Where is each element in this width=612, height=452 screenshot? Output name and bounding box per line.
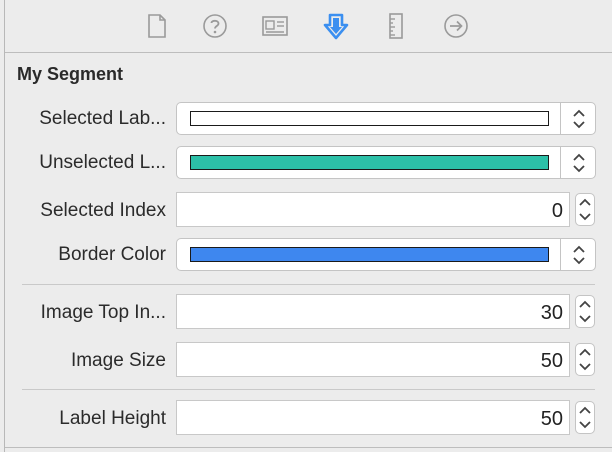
popup-arrows-icon[interactable] [570, 152, 588, 174]
popup-arrows-icon[interactable] [570, 108, 588, 130]
unselected-label-color-label: Unselected L... [39, 152, 166, 173]
unselected-label-color-well[interactable] [176, 146, 596, 179]
label-height-field[interactable]: 50 [176, 400, 570, 435]
selected-index-value: 0 [551, 200, 563, 222]
selected-index-row: Selected Index 0 [0, 192, 612, 228]
selected-index-stepper[interactable] [575, 193, 595, 226]
image-size-row: Image Size 50 [0, 342, 612, 378]
label-height-value: 50 [540, 408, 563, 430]
label-height-label: Label Height [59, 408, 166, 429]
well-divider [560, 239, 561, 270]
image-size-stepper[interactable] [575, 343, 595, 376]
connections-inspector-icon[interactable] [443, 12, 469, 40]
image-top-inset-label: Image Top In... [40, 302, 166, 323]
image-size-field[interactable]: 50 [176, 342, 570, 377]
color-swatch[interactable] [190, 111, 549, 126]
section-separator [22, 389, 595, 390]
quick-help-icon[interactable] [202, 12, 228, 40]
well-divider [560, 147, 561, 178]
inspector-toolbar [5, 0, 612, 52]
panel-bottom-divider [5, 447, 612, 448]
attributes-inspector-panel: My Segment Selected Lab... Unselected L.… [0, 0, 612, 452]
selected-label-color-row: Selected Lab... [0, 100, 612, 136]
section-separator [22, 284, 595, 285]
size-inspector-icon[interactable] [383, 12, 409, 40]
image-top-inset-field[interactable]: 30 [176, 294, 570, 329]
image-size-value: 50 [540, 350, 563, 372]
file-inspector-icon[interactable] [144, 12, 170, 40]
image-top-inset-row: Image Top In... 30 [0, 294, 612, 330]
color-swatch[interactable] [190, 247, 549, 262]
identity-inspector-icon[interactable] [262, 12, 288, 40]
label-height-row: Label Height 50 [0, 400, 612, 436]
selected-label-color-well[interactable] [176, 102, 596, 135]
selected-index-field[interactable]: 0 [176, 192, 570, 227]
unselected-label-color-row: Unselected L... [0, 144, 612, 180]
well-divider [560, 103, 561, 134]
section-title: My Segment [17, 64, 124, 84]
attributes-inspector-icon[interactable] [323, 12, 349, 40]
border-color-row: Border Color [0, 236, 612, 272]
image-top-inset-stepper[interactable] [575, 295, 595, 328]
label-height-stepper[interactable] [575, 401, 595, 434]
selected-index-label: Selected Index [40, 200, 166, 221]
color-swatch[interactable] [190, 155, 549, 170]
border-color-label: Border Color [58, 244, 166, 265]
border-color-well[interactable] [176, 238, 596, 271]
image-top-inset-value: 30 [540, 302, 563, 324]
popup-arrows-icon[interactable] [570, 244, 588, 266]
selected-label-color-label: Selected Lab... [39, 108, 166, 129]
toolbar-divider [5, 52, 612, 53]
image-size-label: Image Size [70, 350, 166, 371]
